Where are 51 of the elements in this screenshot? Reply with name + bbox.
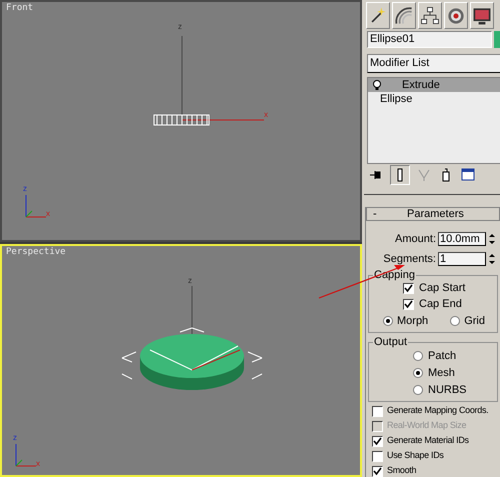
radio-label: NURBS — [428, 382, 467, 398]
radio-label: Morph — [397, 314, 428, 329]
bulb-icon[interactable] — [372, 80, 382, 90]
radio-label: Grid — [464, 314, 485, 329]
stack-item[interactable]: Extrude — [368, 78, 500, 92]
axis-label: z — [13, 433, 17, 442]
spinner-arrows-icon[interactable] — [488, 252, 496, 266]
checkbox[interactable] — [372, 466, 383, 476]
name-field[interactable]: Ellipse01 — [367, 31, 492, 48]
configure-icon[interactable] — [460, 166, 476, 183]
group-title: Output — [373, 336, 408, 348]
checkbox[interactable] — [372, 406, 383, 416]
axis-label: x — [36, 459, 40, 468]
radio-button[interactable] — [383, 316, 393, 326]
checkbox-label: Use Shape IDs — [387, 449, 444, 462]
radio-label: Mesh — [428, 366, 455, 381]
checkbox-label: Cap Start — [419, 281, 466, 296]
rollout-title: Parameters — [407, 208, 464, 220]
show-end-result-icon[interactable] — [390, 164, 410, 185]
axis-tripod-icon — [26, 194, 46, 218]
checkbox[interactable] — [403, 299, 414, 310]
rollout-header[interactable]: - Parameters — [366, 207, 500, 221]
checkbox[interactable] — [403, 283, 414, 294]
spinner-label: Amount: — [395, 232, 436, 247]
stack-label: Extrude — [402, 78, 440, 93]
axis-label: z — [178, 22, 182, 31]
axis-label: z — [188, 276, 192, 285]
radio-button[interactable] — [450, 316, 460, 326]
spinner-label: Segments: — [383, 252, 436, 267]
checkbox[interactable] — [372, 436, 383, 446]
checkbox-label: Smooth — [387, 464, 416, 477]
axis-label: x — [46, 209, 50, 218]
spinner-arrows-icon[interactable] — [488, 232, 496, 246]
axis-label: z — [23, 184, 27, 193]
modifier-list-dropdown[interactable]: Modifier List — [367, 54, 500, 73]
axis-tripod-icon — [16, 444, 36, 466]
radio-button[interactable] — [413, 368, 423, 378]
radio-button[interactable] — [413, 351, 423, 361]
checkbox-label: Real-World Map Size — [387, 419, 466, 432]
radio-button[interactable] — [413, 385, 423, 395]
axis-label: x — [264, 110, 268, 119]
spinner-field[interactable]: 10.0mm — [438, 232, 486, 246]
stack-label: Ellipse — [380, 92, 412, 107]
spinner-field[interactable]: 1 — [438, 252, 486, 266]
checkbox-label: Generate Material IDs — [387, 434, 469, 448]
radio-label: Patch — [428, 348, 456, 364]
checkbox-label: Generate Mapping Coords. — [387, 404, 488, 418]
object-color-swatch[interactable] — [494, 31, 500, 48]
checkbox[interactable] — [372, 450, 383, 462]
checkbox-label: Cap End — [419, 297, 462, 312]
collapse-toggle[interactable]: - — [373, 208, 383, 220]
